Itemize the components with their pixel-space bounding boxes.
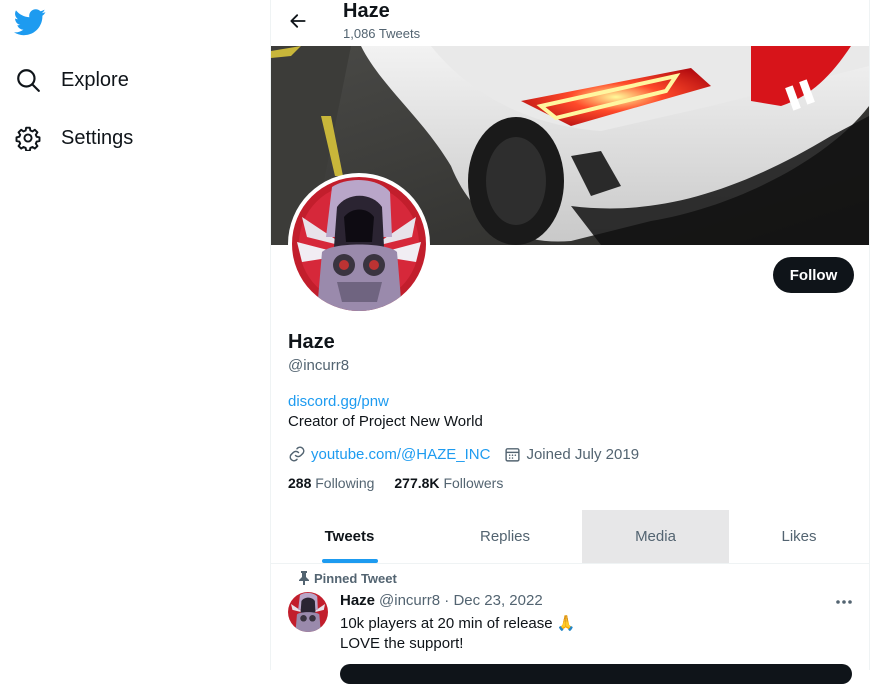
bio-text: Creator of Project New World bbox=[288, 413, 483, 430]
link-icon bbox=[288, 445, 306, 463]
header-name: Haze bbox=[343, 0, 390, 22]
tab-media[interactable]: Media bbox=[582, 510, 729, 563]
tweet-header: Haze @incurr8 · Dec 23, 2022 bbox=[340, 592, 543, 609]
following-count: 288 bbox=[288, 475, 312, 491]
tab-label: Replies bbox=[479, 528, 531, 545]
profile-name: Haze bbox=[288, 331, 335, 353]
tweet-author[interactable]: Haze bbox=[340, 592, 375, 609]
active-tab-indicator bbox=[321, 559, 378, 563]
calendar-icon bbox=[504, 446, 521, 463]
tweet-text-line-1: 10k players at 20 min of release 🙏 bbox=[340, 615, 576, 632]
pin-icon bbox=[298, 571, 310, 585]
following-label: Following bbox=[315, 475, 375, 491]
profile-header-bar: Haze 1,086 Tweets bbox=[271, 0, 869, 46]
tab-replies[interactable]: Replies bbox=[428, 510, 582, 563]
follow-button[interactable]: Follow bbox=[773, 257, 854, 293]
tweet-text-line-2: LOVE the support! bbox=[340, 635, 464, 652]
pinned-tweet-label: Pinned Tweet bbox=[299, 571, 397, 586]
sidebar-item-settings[interactable]: Settings bbox=[14, 118, 133, 158]
sidebar-item-label: Explore bbox=[61, 68, 129, 91]
joined-date: Joined July 2019 bbox=[526, 445, 640, 463]
sidebar-item-explore[interactable]: Explore bbox=[14, 60, 129, 100]
followers-count: 277.8K bbox=[394, 475, 440, 491]
profile-avatar[interactable] bbox=[288, 173, 430, 315]
following-link[interactable]: 288 Following bbox=[288, 475, 374, 491]
followers-link[interactable]: 277.8K Followers bbox=[394, 475, 503, 491]
followers-label: Followers bbox=[443, 475, 504, 491]
tab-tweets[interactable]: Tweets bbox=[271, 510, 428, 563]
profile-handle: @incurr8 bbox=[288, 357, 350, 374]
avatar bbox=[292, 177, 426, 311]
tweet-handle-date[interactable]: @incurr8 · Dec 23, 2022 bbox=[379, 592, 543, 609]
gear-icon bbox=[14, 124, 42, 152]
more-options-icon[interactable] bbox=[833, 592, 855, 612]
back-arrow-icon[interactable] bbox=[285, 8, 311, 34]
sidebar-item-label: Settings bbox=[61, 126, 134, 149]
profile-column: Haze 1,086 Tweets Follow Haze @incurr8 d… bbox=[270, 0, 870, 684]
tab-label: Tweets bbox=[324, 528, 375, 545]
website-link[interactable]: youtube.com/@HAZE_INC bbox=[311, 446, 490, 463]
search-icon bbox=[14, 66, 42, 94]
bio-link[interactable]: discord.gg/pnw bbox=[288, 393, 389, 410]
pinned-text: Pinned Tweet bbox=[314, 571, 397, 586]
twitter-bird-icon[interactable] bbox=[13, 6, 46, 38]
tab-label: Media bbox=[635, 528, 676, 545]
tab-label: Likes bbox=[781, 528, 817, 545]
profile-stats: 288 Following 277.8K Followers bbox=[288, 475, 523, 491]
profile-tabs: Tweets Replies Media Likes bbox=[271, 510, 869, 564]
tweet-count: 1,086 Tweets bbox=[343, 26, 421, 41]
tweet-avatar[interactable] bbox=[288, 592, 328, 632]
profile-meta: youtube.com/@HAZE_INC Joined July 2019 bbox=[288, 444, 639, 464]
tab-likes[interactable]: Likes bbox=[729, 510, 869, 563]
tweet-media[interactable] bbox=[340, 664, 852, 684]
left-sidebar: Explore Settings bbox=[0, 0, 270, 670]
